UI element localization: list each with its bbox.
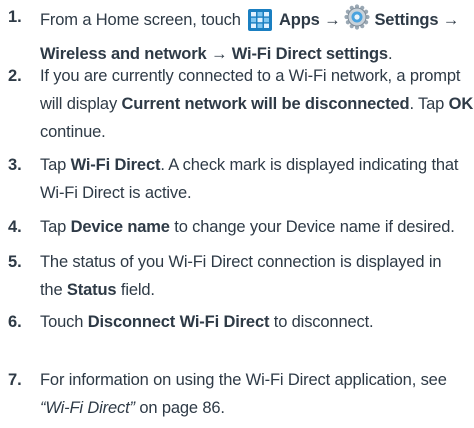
bold-term: Status — [66, 281, 117, 299]
bold-term: Wi-Fi Direct settings — [227, 45, 388, 63]
bold-term: → — [210, 45, 228, 63]
bold-term: Disconnect Wi-Fi Direct — [87, 313, 270, 331]
text-line: The status of you Wi-Fi Direct connectio… — [40, 248, 472, 276]
settings-gear-icon — [343, 3, 371, 40]
step-text: The status of you Wi-Fi Direct connectio… — [40, 248, 472, 304]
step-number: 2. — [8, 67, 22, 85]
text-line: For information on using the Wi-Fi Direc… — [40, 366, 472, 394]
step-number: 4. — [8, 218, 22, 236]
text-line: Wi-Fi Direct is active. — [40, 179, 472, 207]
step-text: Touch Disconnect Wi-Fi Direct to disconn… — [40, 308, 472, 336]
step-number: 5. — [8, 253, 22, 271]
cross-reference: “Wi-Fi Direct” — [40, 399, 135, 417]
text-run: Touch — [40, 313, 88, 331]
text-run: From a Home screen, touch — [40, 11, 246, 29]
step-text: For information on using the Wi-Fi Direc… — [40, 366, 472, 422]
bold-term: Apps — [275, 11, 325, 29]
text-run: continue. — [40, 123, 106, 141]
text-run: field. — [116, 281, 155, 299]
text-line: the Status field. — [40, 276, 472, 304]
text-run: the — [40, 281, 67, 299]
text-line: continue. — [40, 118, 472, 146]
text-run: to change your Device name if desired. — [169, 218, 455, 236]
step-text: From a Home screen, touch Apps → Settings… — [40, 3, 472, 68]
text-run: If you are currently connected to a Wi-F… — [40, 67, 461, 85]
text-run: on page 86. — [134, 399, 225, 417]
text-run: Tap — [40, 218, 71, 236]
step-text: If you are currently connected to a Wi-F… — [40, 62, 474, 146]
text-line: Tap Device name to change your Device na… — [40, 213, 472, 241]
bold-term: Settings — [374, 11, 443, 29]
step-number: 6. — [8, 313, 22, 331]
text-run: For information on using the Wi-Fi Direc… — [40, 371, 447, 389]
text-run: . A check mark is displayed indicating t… — [160, 156, 459, 174]
text-line: If you are currently connected to a Wi-F… — [40, 62, 472, 90]
step-number: 1. — [8, 8, 22, 26]
step-number: 3. — [8, 156, 22, 174]
text-line: From a Home screen, touch Apps → Settings… — [40, 3, 472, 40]
bold-term: OK — [448, 95, 474, 113]
bold-term: Current network will be disconnected — [121, 95, 410, 113]
bold-term: Wi-Fi Direct — [70, 156, 161, 174]
text-line: Tap Wi-Fi Direct. A check mark is displa… — [40, 151, 472, 179]
text-line: Touch Disconnect Wi-Fi Direct to disconn… — [40, 308, 472, 336]
text-run: . — [387, 45, 393, 63]
text-run: Tap — [40, 156, 71, 174]
text-line: “Wi-Fi Direct” on page 86. — [40, 394, 472, 422]
text-run: . Tap — [409, 95, 449, 113]
bold-term: Device name — [70, 218, 170, 236]
apps-grid-icon — [248, 9, 273, 40]
bold-term: → — [324, 11, 341, 29]
text-run: The status of you Wi-Fi Direct connectio… — [40, 253, 442, 271]
text-run: Wi-Fi Direct is active. — [40, 184, 192, 202]
step-number: 7. — [8, 371, 22, 389]
step-text: Tap Device name to change your Device na… — [40, 213, 472, 241]
step-text: Tap Wi-Fi Direct. A check mark is displa… — [40, 151, 472, 207]
bold-term: Wireless and network — [40, 45, 211, 63]
text-line: will display Current network will be dis… — [40, 90, 474, 118]
text-run: will display — [40, 95, 122, 113]
bold-term: → — [442, 11, 460, 29]
text-run: to disconnect. — [269, 313, 374, 331]
